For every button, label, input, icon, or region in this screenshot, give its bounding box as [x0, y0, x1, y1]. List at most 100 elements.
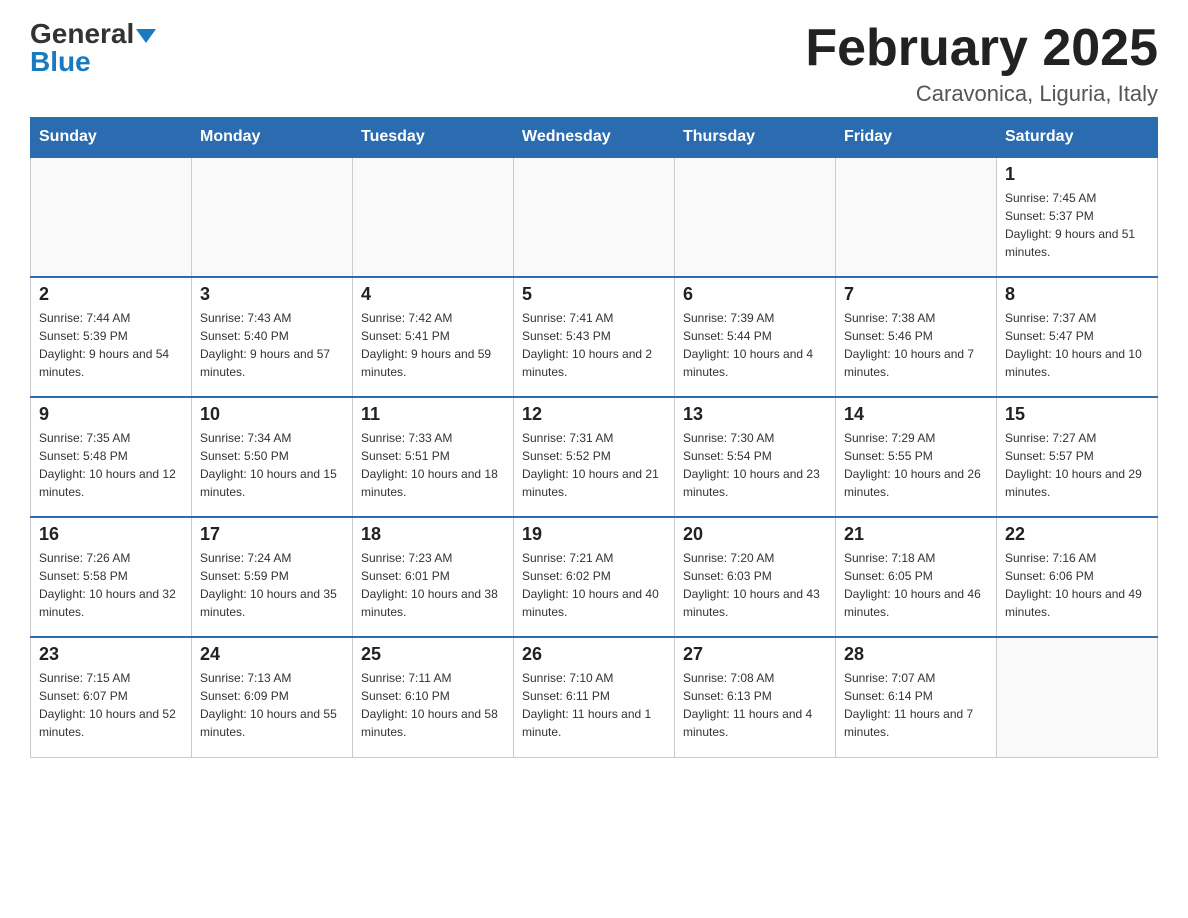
day-cell	[31, 157, 192, 277]
day-info: Sunrise: 7:34 AMSunset: 5:50 PMDaylight:…	[200, 429, 344, 501]
day-number: 8	[1005, 284, 1149, 305]
day-info: Sunrise: 7:10 AMSunset: 6:11 PMDaylight:…	[522, 669, 666, 741]
week-row-4: 16Sunrise: 7:26 AMSunset: 5:58 PMDayligh…	[31, 517, 1158, 637]
day-number: 7	[844, 284, 988, 305]
col-wednesday: Wednesday	[514, 118, 675, 158]
day-info: Sunrise: 7:08 AMSunset: 6:13 PMDaylight:…	[683, 669, 827, 741]
day-info: Sunrise: 7:16 AMSunset: 6:06 PMDaylight:…	[1005, 549, 1149, 621]
day-number: 27	[683, 644, 827, 665]
calendar-header-row: Sunday Monday Tuesday Wednesday Thursday…	[31, 118, 1158, 158]
day-info: Sunrise: 7:29 AMSunset: 5:55 PMDaylight:…	[844, 429, 988, 501]
day-number: 9	[39, 404, 183, 425]
logo-blue-text: Blue	[30, 48, 91, 76]
day-cell: 1 Sunrise: 7:45 AMSunset: 5:37 PMDaylight…	[997, 157, 1158, 277]
day-cell: 17Sunrise: 7:24 AMSunset: 5:59 PMDayligh…	[192, 517, 353, 637]
day-cell: 16Sunrise: 7:26 AMSunset: 5:58 PMDayligh…	[31, 517, 192, 637]
day-cell	[836, 157, 997, 277]
day-cell: 6 Sunrise: 7:39 AMSunset: 5:44 PMDaylight…	[675, 277, 836, 397]
week-row-3: 9 Sunrise: 7:35 AMSunset: 5:48 PMDaylight…	[31, 397, 1158, 517]
day-info: Sunrise: 7:37 AMSunset: 5:47 PMDaylight:…	[1005, 309, 1149, 381]
day-info: Sunrise: 7:31 AMSunset: 5:52 PMDaylight:…	[522, 429, 666, 501]
day-number: 14	[844, 404, 988, 425]
day-cell: 25Sunrise: 7:11 AMSunset: 6:10 PMDayligh…	[353, 637, 514, 757]
day-number: 13	[683, 404, 827, 425]
day-cell	[997, 637, 1158, 757]
day-number: 11	[361, 404, 505, 425]
day-number: 12	[522, 404, 666, 425]
day-cell	[353, 157, 514, 277]
day-number: 2	[39, 284, 183, 305]
day-info: Sunrise: 7:21 AMSunset: 6:02 PMDaylight:…	[522, 549, 666, 621]
day-cell: 15Sunrise: 7:27 AMSunset: 5:57 PMDayligh…	[997, 397, 1158, 517]
day-info: Sunrise: 7:35 AMSunset: 5:48 PMDaylight:…	[39, 429, 183, 501]
day-cell: 28 Sunrise: 7:07 AMSunset: 6:14 PMDayligh…	[836, 637, 997, 757]
day-cell: 21 Sunrise: 7:18 AMSunset: 6:05 PMDayligh…	[836, 517, 997, 637]
day-info: Sunrise: 7:44 AMSunset: 5:39 PMDaylight:…	[39, 309, 183, 381]
day-number: 3	[200, 284, 344, 305]
day-cell: 3 Sunrise: 7:43 AMSunset: 5:40 PMDaylight…	[192, 277, 353, 397]
day-number: 28	[844, 644, 988, 665]
day-cell: 14 Sunrise: 7:29 AMSunset: 5:55 PMDayligh…	[836, 397, 997, 517]
day-cell: 10 Sunrise: 7:34 AMSunset: 5:50 PMDayligh…	[192, 397, 353, 517]
day-cell: 20 Sunrise: 7:20 AMSunset: 6:03 PMDayligh…	[675, 517, 836, 637]
logo-general-text: General	[30, 18, 134, 49]
col-friday: Friday	[836, 118, 997, 158]
week-row-5: 23 Sunrise: 7:15 AMSunset: 6:07 PMDayligh…	[31, 637, 1158, 757]
day-cell: 2 Sunrise: 7:44 AMSunset: 5:39 PMDaylight…	[31, 277, 192, 397]
page-header: General Blue February 2025 Caravonica, L…	[30, 20, 1158, 107]
day-info: Sunrise: 7:18 AMSunset: 6:05 PMDaylight:…	[844, 549, 988, 621]
day-number: 20	[683, 524, 827, 545]
day-number: 17	[200, 524, 344, 545]
day-info: Sunrise: 7:11 AMSunset: 6:10 PMDaylight:…	[361, 669, 505, 741]
day-info: Sunrise: 7:07 AMSunset: 6:14 PMDaylight:…	[844, 669, 988, 741]
day-info: Sunrise: 7:30 AMSunset: 5:54 PMDaylight:…	[683, 429, 827, 501]
day-cell: 12 Sunrise: 7:31 AMSunset: 5:52 PMDayligh…	[514, 397, 675, 517]
day-number: 21	[844, 524, 988, 545]
day-number: 15	[1005, 404, 1149, 425]
day-cell: 26Sunrise: 7:10 AMSunset: 6:11 PMDayligh…	[514, 637, 675, 757]
day-cell	[192, 157, 353, 277]
day-cell: 11 Sunrise: 7:33 AMSunset: 5:51 PMDayligh…	[353, 397, 514, 517]
day-cell: 4 Sunrise: 7:42 AMSunset: 5:41 PMDaylight…	[353, 277, 514, 397]
location-title: Caravonica, Liguria, Italy	[805, 81, 1158, 107]
day-number: 23	[39, 644, 183, 665]
day-info: Sunrise: 7:26 AMSunset: 5:58 PMDaylight:…	[39, 549, 183, 621]
day-cell: 27 Sunrise: 7:08 AMSunset: 6:13 PMDayligh…	[675, 637, 836, 757]
day-number: 10	[200, 404, 344, 425]
day-cell: 7Sunrise: 7:38 AMSunset: 5:46 PMDaylight…	[836, 277, 997, 397]
day-number: 19	[522, 524, 666, 545]
day-cell: 24 Sunrise: 7:13 AMSunset: 6:09 PMDayligh…	[192, 637, 353, 757]
day-info: Sunrise: 7:43 AMSunset: 5:40 PMDaylight:…	[200, 309, 344, 381]
day-info: Sunrise: 7:42 AMSunset: 5:41 PMDaylight:…	[361, 309, 505, 381]
week-row-2: 2 Sunrise: 7:44 AMSunset: 5:39 PMDaylight…	[31, 277, 1158, 397]
day-info: Sunrise: 7:15 AMSunset: 6:07 PMDaylight:…	[39, 669, 183, 741]
day-info: Sunrise: 7:39 AMSunset: 5:44 PMDaylight:…	[683, 309, 827, 381]
day-number: 4	[361, 284, 505, 305]
day-info: Sunrise: 7:45 AMSunset: 5:37 PMDaylight:…	[1005, 189, 1149, 261]
day-number: 1	[1005, 164, 1149, 185]
day-cell	[675, 157, 836, 277]
day-cell: 5 Sunrise: 7:41 AMSunset: 5:43 PMDaylight…	[514, 277, 675, 397]
calendar-table: Sunday Monday Tuesday Wednesday Thursday…	[30, 117, 1158, 758]
logo: General Blue	[30, 20, 156, 76]
day-number: 5	[522, 284, 666, 305]
day-info: Sunrise: 7:41 AMSunset: 5:43 PMDaylight:…	[522, 309, 666, 381]
day-info: Sunrise: 7:33 AMSunset: 5:51 PMDaylight:…	[361, 429, 505, 501]
day-info: Sunrise: 7:23 AMSunset: 6:01 PMDaylight:…	[361, 549, 505, 621]
day-number: 18	[361, 524, 505, 545]
day-cell: 13 Sunrise: 7:30 AMSunset: 5:54 PMDayligh…	[675, 397, 836, 517]
col-saturday: Saturday	[997, 118, 1158, 158]
day-number: 24	[200, 644, 344, 665]
day-info: Sunrise: 7:13 AMSunset: 6:09 PMDaylight:…	[200, 669, 344, 741]
day-info: Sunrise: 7:20 AMSunset: 6:03 PMDaylight:…	[683, 549, 827, 621]
day-cell: 18 Sunrise: 7:23 AMSunset: 6:01 PMDayligh…	[353, 517, 514, 637]
month-title: February 2025	[805, 20, 1158, 77]
title-section: February 2025 Caravonica, Liguria, Italy	[805, 20, 1158, 107]
day-cell: 23 Sunrise: 7:15 AMSunset: 6:07 PMDayligh…	[31, 637, 192, 757]
col-sunday: Sunday	[31, 118, 192, 158]
day-cell: 8 Sunrise: 7:37 AMSunset: 5:47 PMDaylight…	[997, 277, 1158, 397]
logo-wordmark: General	[30, 20, 156, 48]
day-number: 6	[683, 284, 827, 305]
day-number: 22	[1005, 524, 1149, 545]
day-cell: 19 Sunrise: 7:21 AMSunset: 6:02 PMDayligh…	[514, 517, 675, 637]
